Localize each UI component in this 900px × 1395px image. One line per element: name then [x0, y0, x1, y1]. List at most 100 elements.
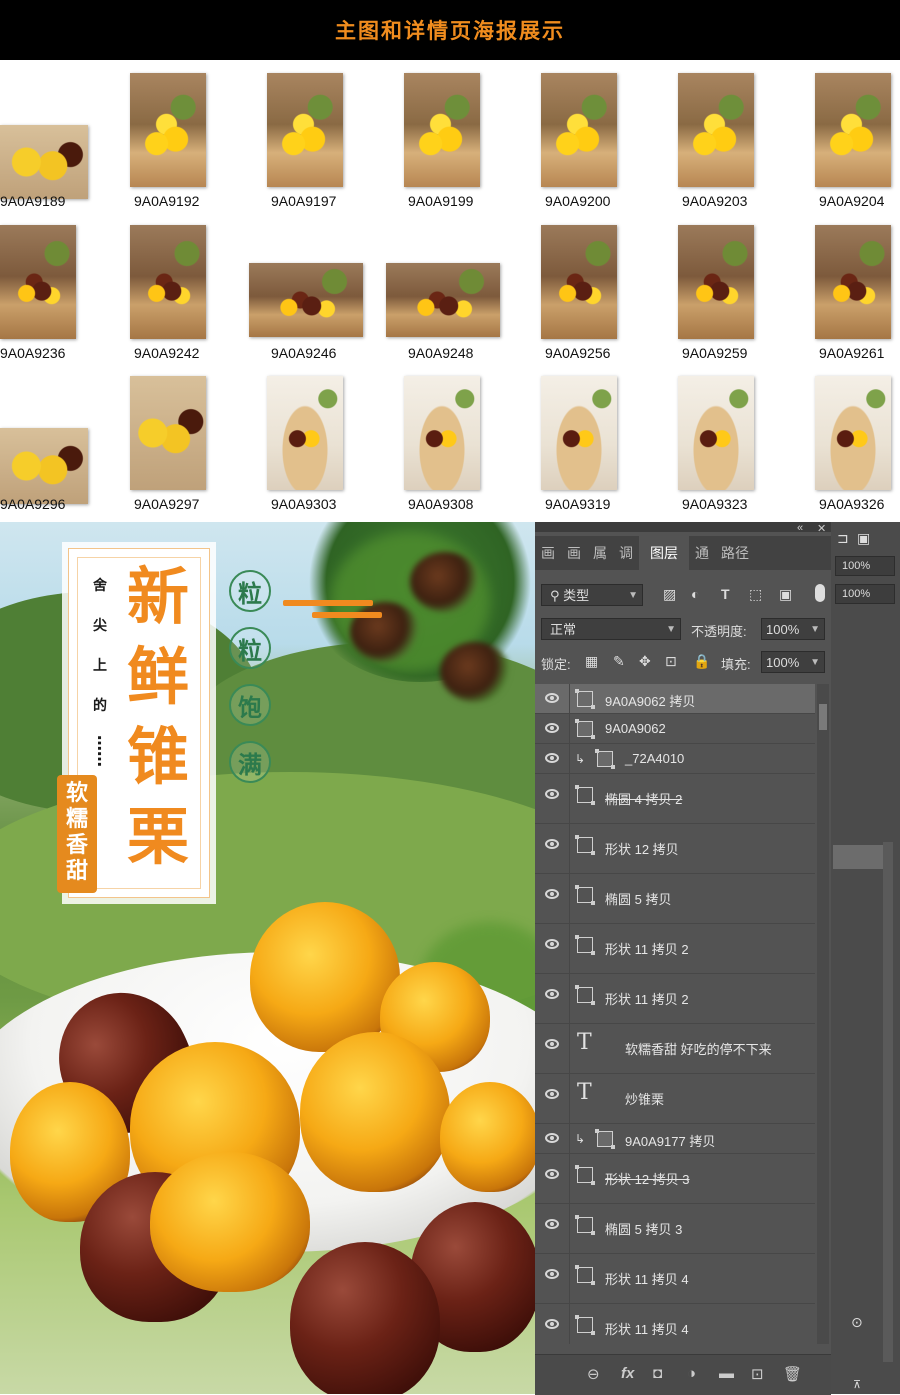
small-char: 舍 — [93, 578, 107, 594]
layer-row[interactable]: ↳ 9A0A9177 拷贝 — [535, 1124, 815, 1154]
visibility-eye-icon[interactable] — [545, 693, 559, 703]
tab-adjustments[interactable]: 调 — [613, 536, 639, 570]
fx-icon[interactable]: fx — [621, 1365, 634, 1382]
dock-icon[interactable]: ⊐ — [837, 530, 849, 547]
thumbnail-label: 9A0A9261 — [819, 345, 885, 361]
layer-row[interactable]: 形状 11 拷贝 4 — [535, 1304, 815, 1344]
trash-icon[interactable]: 🗑 — [783, 1365, 802, 1383]
tab-channels[interactable]: 通 — [689, 536, 715, 570]
thumbnail-image — [386, 263, 500, 337]
lock-all-icon[interactable]: 🔒 — [693, 653, 710, 670]
divider — [569, 684, 570, 713]
type-filter-icon[interactable]: T — [721, 586, 730, 602]
shape-filter-icon[interactable]: ⬚ — [749, 586, 762, 603]
dock-icon[interactable]: ▣ — [857, 530, 870, 547]
tag-char: 香 — [65, 833, 88, 858]
shape-layer-icon — [575, 1265, 595, 1285]
visibility-eye-icon[interactable] — [545, 1133, 559, 1143]
new-layer-icon[interactable]: ⊡ — [751, 1365, 764, 1383]
thumbnail-image — [678, 376, 754, 490]
zoom-field[interactable]: 100% — [835, 556, 895, 576]
layer-row[interactable]: T 软糯香甜 好吃的停不下来 — [535, 1024, 815, 1074]
visibility-eye-icon[interactable] — [545, 839, 559, 849]
chestnut-open — [440, 1082, 535, 1192]
chevron-down-icon: ▼ — [810, 624, 820, 635]
collapse-icon[interactable]: « — [797, 522, 803, 534]
layer-row[interactable]: 形状 11 拷贝 2 — [535, 924, 815, 974]
layer-row[interactable]: 椭圆 5 拷贝 — [535, 874, 815, 924]
blurred-chestnut — [350, 602, 420, 662]
zoom-field[interactable]: 100% — [835, 584, 895, 604]
filter-toggle[interactable] — [815, 584, 825, 602]
visibility-eye-icon[interactable] — [545, 723, 559, 733]
layer-row[interactable]: 形状 11 拷贝 4 — [535, 1254, 815, 1304]
mask-icon[interactable]: ◘ — [653, 1365, 662, 1382]
layer-row[interactable]: 9A0A9062 — [535, 714, 815, 744]
image-filter-icon[interactable]: ▨ — [663, 586, 676, 603]
search-icon: ⚲ — [550, 588, 564, 603]
layer-row[interactable]: 形状 12 拷贝 3 — [535, 1154, 815, 1204]
smart-object-icon — [575, 689, 595, 709]
lock-pixels-icon[interactable]: ✎ — [613, 653, 625, 670]
dock-tool-icon[interactable]: ⊙ — [851, 1314, 863, 1331]
visibility-eye-icon[interactable] — [545, 1269, 559, 1279]
divider — [569, 1124, 570, 1153]
blend-mode-select[interactable]: 正常 ▼ — [541, 618, 681, 640]
tab-artboard[interactable]: 画 — [535, 536, 561, 570]
adjustment-icon[interactable]: ◑ — [687, 1365, 696, 1382]
layers-scrollbar[interactable] — [817, 684, 829, 1344]
opacity-input[interactable]: 100% ▼ — [761, 618, 825, 640]
tab-paths[interactable]: 路径 — [715, 536, 755, 570]
thumbnail-label: 9A0A9242 — [134, 345, 200, 361]
page-header: 主图和详情页海报展示 — [0, 0, 900, 60]
visibility-eye-icon[interactable] — [545, 889, 559, 899]
close-icon[interactable]: ✕ — [817, 522, 826, 535]
layer-row[interactable]: 形状 12 拷贝 — [535, 824, 815, 874]
visibility-eye-icon[interactable] — [545, 1169, 559, 1179]
thumbnail-label: 9A0A9197 — [271, 193, 337, 209]
folder-icon[interactable]: ▬ — [719, 1365, 734, 1382]
dock-scrollbar[interactable] — [883, 842, 893, 1362]
layer-row[interactable]: 形状 11 拷贝 2 — [535, 974, 815, 1024]
adjustment-filter-icon[interactable]: ◐ — [691, 586, 699, 602]
layer-row[interactable]: 9A0A9062 拷贝 — [535, 684, 815, 714]
tab-properties[interactable]: 属 — [587, 536, 613, 570]
tag-char: 甜 — [65, 859, 88, 884]
smart-object-filter-icon[interactable]: ▣ — [779, 586, 792, 603]
visibility-eye-icon[interactable] — [545, 1319, 559, 1329]
layer-row[interactable]: 椭圆 5 拷贝 3 — [535, 1204, 815, 1254]
opacity-value: 100% — [766, 622, 800, 637]
lock-artboard-icon[interactable]: ⊡ — [665, 653, 677, 670]
fill-input[interactable]: 100% ▼ — [761, 651, 825, 673]
lock-position-icon[interactable]: ✥ — [639, 653, 651, 670]
filter-kind-select[interactable]: ⚲ 类型 ▼ — [541, 584, 643, 606]
scrollbar-thumb[interactable] — [819, 704, 827, 730]
visibility-eye-icon[interactable] — [545, 789, 559, 799]
divider — [569, 1074, 570, 1123]
layer-row[interactable]: ↳ _72A4010 — [535, 744, 815, 774]
shape-layer-icon — [575, 785, 595, 805]
lock-transparent-icon[interactable]: ▦ — [585, 653, 598, 670]
thumbnail-label: 9A0A9248 — [408, 345, 474, 361]
visibility-eye-icon[interactable] — [545, 1219, 559, 1229]
visibility-eye-icon[interactable] — [545, 939, 559, 949]
layer-row[interactable]: T 炒锥栗 — [535, 1074, 815, 1124]
circle-char: 粒 — [229, 570, 271, 612]
filter-kind-value: 类型 — [563, 588, 590, 603]
layer-row[interactable]: 椭圆 4 拷贝 2 — [535, 774, 815, 824]
link-icon[interactable]: ⊖ — [587, 1365, 600, 1383]
tab-layers[interactable]: 图层 — [639, 536, 689, 570]
visibility-eye-icon[interactable] — [545, 1039, 559, 1049]
divider — [569, 774, 570, 823]
thumbnail-label: 9A0A9192 — [134, 193, 200, 209]
visibility-eye-icon[interactable] — [545, 1089, 559, 1099]
circle-char: 满 — [229, 741, 271, 783]
smart-object-icon — [575, 719, 595, 739]
tab-artboard-2[interactable]: 画 — [561, 536, 587, 570]
visibility-eye-icon[interactable] — [545, 753, 559, 763]
thumbnail-image — [0, 125, 88, 199]
thumbnail-label: 9A0A9204 — [819, 193, 885, 209]
shape-layer-icon — [575, 985, 595, 1005]
dock-tool-icon[interactable]: ⊼ — [853, 1378, 861, 1391]
visibility-eye-icon[interactable] — [545, 989, 559, 999]
